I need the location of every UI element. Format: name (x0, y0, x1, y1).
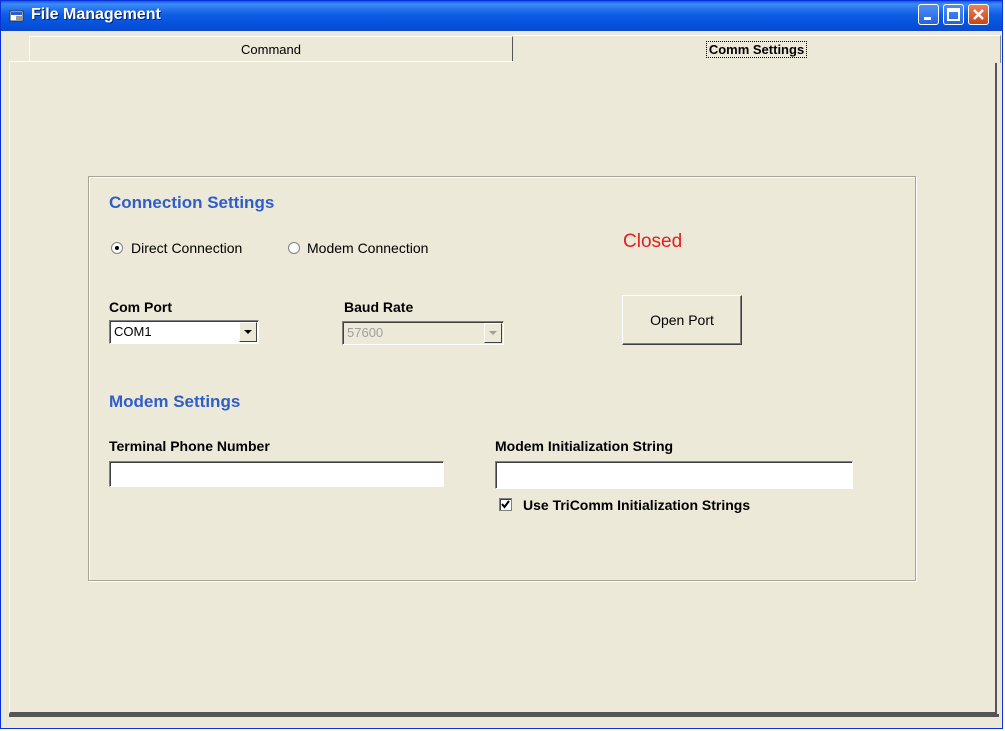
app-icon (9, 10, 24, 22)
chevron-down-icon (244, 330, 252, 334)
com-port-value: COM1 (114, 324, 152, 339)
file-management-window: File Management Command Comm Settings Co… (0, 0, 1003, 729)
com-port-dropdown-button[interactable] (239, 322, 257, 342)
terminal-phone-input[interactable] (109, 461, 444, 487)
checkmark-icon (501, 500, 510, 509)
baud-rate-label: Baud Rate (344, 299, 414, 315)
maximize-button[interactable] (943, 4, 964, 25)
modem-settings-title: Modem Settings (109, 392, 241, 411)
direct-connection-label: Direct Connection (131, 240, 243, 256)
tab-comm-settings[interactable]: Comm Settings (513, 35, 1001, 63)
close-button[interactable] (968, 4, 989, 25)
modem-connection-radio[interactable] (288, 242, 300, 254)
baud-rate-dropdown-button[interactable] (484, 323, 502, 343)
panel-bottom-border (9, 714, 999, 717)
chevron-down-icon (489, 331, 497, 335)
maximize-icon (947, 8, 960, 21)
title-bar[interactable]: File Management (1, 1, 1002, 31)
use-tricomm-checkbox[interactable] (499, 498, 512, 511)
modem-connection-label: Modem Connection (307, 240, 429, 256)
com-port-label: Com Port (109, 299, 172, 315)
tab-comm-settings-label: Comm Settings (705, 41, 808, 58)
port-status: Closed (623, 231, 683, 252)
terminal-phone-label: Terminal Phone Number (109, 438, 270, 454)
use-tricomm-label: Use TriComm Initialization Strings (523, 497, 751, 513)
direct-connection-radio[interactable] (111, 242, 123, 254)
minimize-button[interactable] (918, 4, 939, 25)
open-port-button[interactable]: Open Port (622, 295, 742, 345)
window-title: File Management (31, 6, 161, 23)
modem-init-label: Modem Initialization String (495, 438, 674, 454)
tab-command[interactable]: Command (29, 36, 513, 61)
com-port-select[interactable]: COM1 (109, 320, 259, 344)
minimize-icon (924, 17, 931, 20)
connection-settings-title: Connection Settings (109, 193, 275, 212)
baud-rate-value: 57600 (347, 325, 384, 340)
baud-rate-select[interactable]: 57600 (342, 321, 504, 345)
radio-selected-dot (115, 246, 119, 250)
modem-init-input[interactable] (495, 461, 853, 489)
close-icon (973, 9, 984, 20)
settings-group-box (88, 176, 916, 581)
